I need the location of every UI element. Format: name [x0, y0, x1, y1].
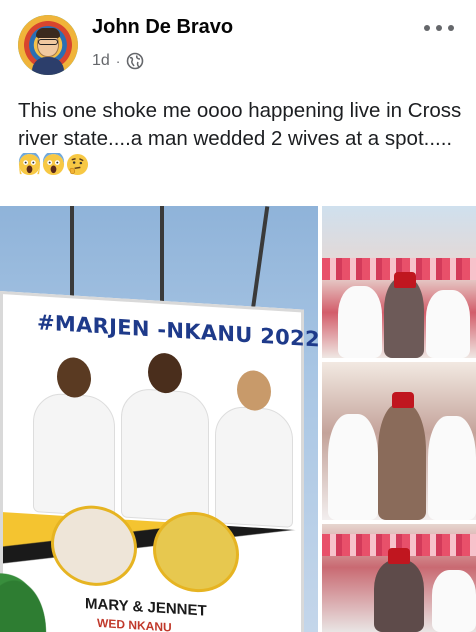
dot: [436, 25, 442, 31]
photo-grid: #MARJEN -NKANU 2022 MARY & JENNET WED NK…: [0, 206, 476, 632]
bride-left: [338, 286, 382, 358]
author-name[interactable]: John De Bravo: [92, 16, 233, 39]
photo-wedding-1[interactable]: [322, 206, 476, 358]
avatar-glasses: [38, 39, 58, 45]
palm-leaves: [0, 542, 70, 632]
dot: [448, 25, 454, 31]
avatar-hair: [36, 28, 60, 38]
photo-wedding-2[interactable]: [322, 362, 476, 520]
groom-red-cap: [394, 272, 416, 288]
photo-billboard[interactable]: #MARJEN -NKANU 2022 MARY & JENNET WED NK…: [0, 206, 318, 632]
power-pole: [250, 206, 270, 311]
dot: [424, 25, 430, 31]
groom-red-cap: [392, 392, 414, 408]
photo-wedding-3[interactable]: [322, 524, 476, 632]
groom: [374, 560, 424, 632]
power-pole: [160, 206, 164, 306]
thinking-face-icon: [66, 153, 89, 176]
meta-separator: ·: [115, 53, 121, 69]
groom: [384, 278, 424, 358]
globe-icon[interactable]: [126, 52, 144, 70]
avatar-body: [32, 57, 64, 75]
billboard-people: [33, 342, 293, 528]
bride-right: [432, 570, 476, 632]
face-screaming-in-fear-icon: [18, 153, 41, 176]
post-text: This one shoke me oooo happening live in…: [18, 97, 463, 181]
person-left: [33, 356, 115, 518]
profile-avatar[interactable]: [18, 15, 78, 75]
bride-right: [426, 290, 470, 358]
groom: [378, 404, 426, 520]
post-body: This one shoke me oooo happening live in…: [18, 99, 462, 150]
post-meta: 1d ·: [92, 50, 144, 72]
more-options-icon[interactable]: [424, 18, 454, 38]
face-screaming-in-fear-icon: [42, 153, 65, 176]
groom-red-cap: [388, 548, 410, 564]
bride-right: [428, 416, 476, 520]
post-header: John De Bravo 1d ·: [0, 0, 476, 90]
person-right: [215, 369, 293, 528]
bride-left: [328, 414, 378, 520]
person-center: [121, 352, 209, 523]
post-time[interactable]: 1d: [92, 52, 110, 70]
